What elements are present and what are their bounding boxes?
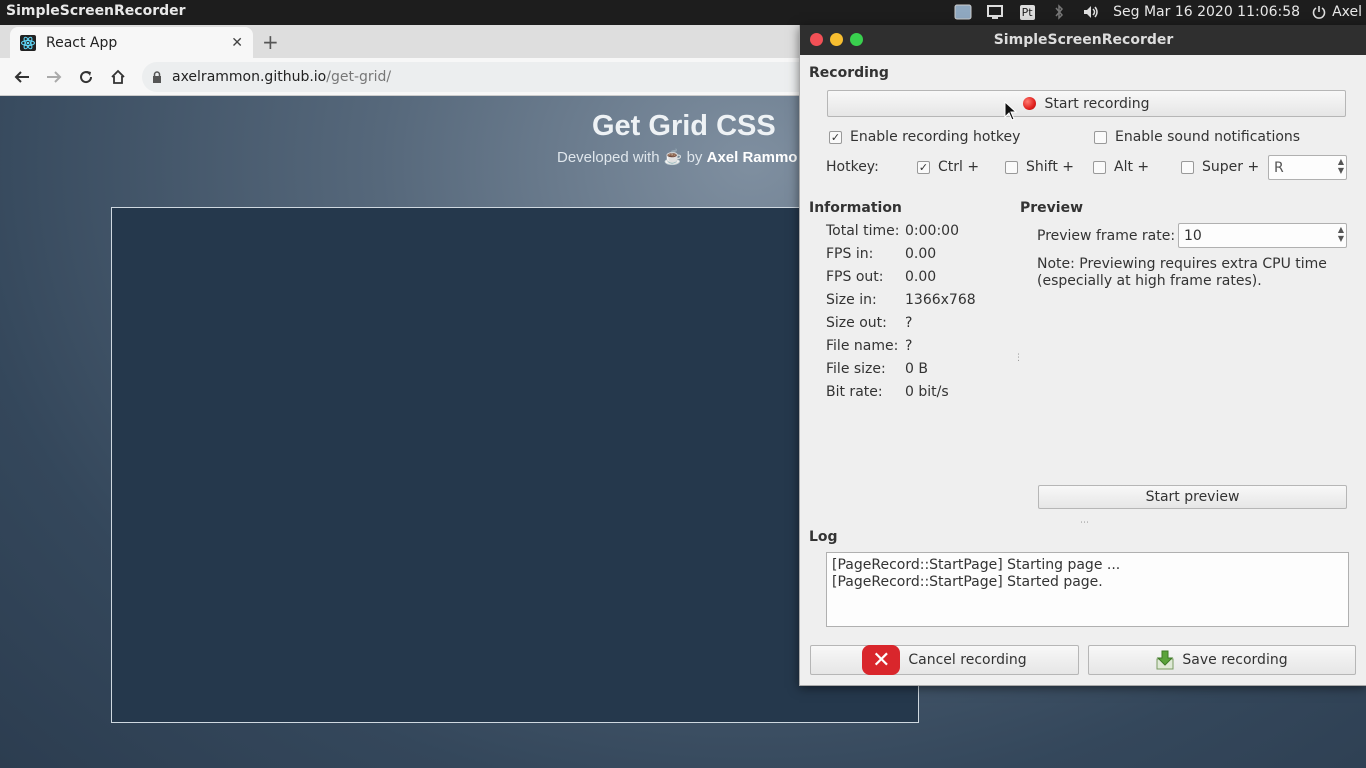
grid-canvas[interactable] (111, 207, 919, 723)
spin-arrows-icon: ▲ ▼ (1337, 225, 1344, 243)
hotkey-label: Hotkey: (826, 159, 879, 175)
reload-icon[interactable] (70, 61, 102, 93)
log-output[interactable]: [PageRecord::StartPage] Starting page ..… (826, 552, 1349, 627)
info-file-size: File size: 0 B (826, 361, 928, 377)
tab-close-icon[interactable]: ✕ (231, 35, 243, 51)
forward-icon[interactable] (38, 61, 70, 93)
information-heading: Information (809, 200, 902, 216)
coffee-icon: ☕ (663, 149, 683, 166)
recording-heading: Recording (809, 65, 889, 81)
preview-note-line2: (especially at high frame rates). (1037, 273, 1262, 289)
info-size-in: Size in: 1366x768 (826, 292, 976, 308)
info-bit-rate: Bit rate: 0 bit/s (826, 384, 949, 400)
page-subtitle: Developed with ☕ by Axel Rammo (557, 149, 798, 166)
cancel-recording-button[interactable]: ✕ Cancel recording (810, 645, 1079, 675)
active-app-name[interactable]: SimpleScreenRecorder (6, 3, 186, 19)
save-download-icon (1156, 650, 1174, 670)
lock-icon (153, 71, 161, 83)
keyboard-layout-indicator[interactable]: Pt (1017, 2, 1037, 22)
preview-frame-rate-input[interactable]: 10 ▲ ▼ (1178, 223, 1347, 248)
info-file-name: File name:? (826, 338, 913, 354)
screen-recorder-tray-icon[interactable] (953, 2, 973, 22)
enable-hotkey-checkbox[interactable]: ✓ Enable recording hotkey (829, 129, 1020, 145)
page-title: Get Grid CSS (592, 110, 776, 142)
preview-frame-rate-label: Preview frame rate: (1037, 228, 1176, 244)
url-path: /get-grid/ (326, 69, 392, 85)
recorder-window: SimpleScreenRecorder Recording Start rec… (799, 25, 1366, 686)
log-line: [PageRecord::StartPage] Starting page ..… (832, 557, 1121, 573)
start-preview-button[interactable]: Start preview (1038, 485, 1347, 509)
enable-sound-checkbox[interactable]: Enable sound notifications (1094, 129, 1300, 145)
info-fps-out: FPS out: 0.00 (826, 269, 937, 285)
volume-icon[interactable] (1081, 2, 1101, 22)
mouse-cursor-icon (1004, 101, 1018, 121)
shift-checkbox[interactable]: Shift + (1005, 159, 1074, 175)
spin-arrows-icon: ▲ ▼ (1337, 157, 1344, 175)
info-fps-in: FPS in: 0.00 (826, 246, 937, 262)
start-recording-button[interactable]: Start recording (827, 90, 1346, 117)
enable-sound-box (1094, 130, 1107, 144)
bluetooth-icon[interactable] (1049, 2, 1069, 22)
alt-checkbox[interactable]: Alt + (1093, 159, 1149, 175)
window-titlebar[interactable]: SimpleScreenRecorder (800, 25, 1366, 55)
clock[interactable]: Seg Mar 16 2020 11:06:58 (1113, 4, 1300, 20)
home-icon[interactable] (102, 61, 134, 93)
log-line: [PageRecord::StartPage] Started page. (832, 574, 1103, 590)
url-host: axelrammon.github.io (172, 69, 327, 85)
system-top-bar: SimpleScreenRecorder Pt Seg Mar 16 2020 … (0, 0, 1366, 25)
display-icon[interactable] (985, 2, 1005, 22)
browser-tab[interactable]: React App ✕ (10, 27, 253, 58)
preview-heading: Preview (1020, 200, 1084, 216)
power-icon (1312, 6, 1326, 19)
super-checkbox[interactable]: Super + (1181, 159, 1259, 175)
ctrl-checkbox[interactable]: ✓ Ctrl + (917, 159, 979, 175)
react-icon (20, 34, 36, 51)
preview-note-line1: Note: Previewing requires extra CPU time (1037, 256, 1327, 272)
save-recording-button[interactable]: Save recording (1088, 645, 1356, 675)
record-dot-icon (1023, 97, 1037, 110)
cancel-icon: ✕ (862, 645, 901, 675)
author-name[interactable]: Axel Rammo (707, 149, 798, 166)
new-tab-icon[interactable]: + (262, 30, 279, 54)
enable-hotkey-box: ✓ (829, 130, 842, 144)
user-menu[interactable]: Axel (1312, 4, 1362, 20)
info-size-out: Size out:? (826, 315, 913, 331)
tab-title: React App (46, 34, 118, 51)
splitter-handle[interactable]: ⋮ (1014, 353, 1023, 363)
info-total-time: Total time: 0:00:00 (826, 223, 959, 239)
log-heading: Log (809, 529, 838, 545)
window-title: SimpleScreenRecorder (993, 32, 1174, 48)
user-name: Axel (1332, 4, 1362, 20)
splitter-handle-horizontal[interactable]: ⋯ (1080, 518, 1089, 528)
system-tray: Pt Seg Mar 16 2020 11:06:58 Axel (953, 2, 1362, 22)
back-icon[interactable] (6, 61, 38, 93)
hotkey-key-select[interactable]: R ▲ ▼ (1268, 155, 1347, 180)
